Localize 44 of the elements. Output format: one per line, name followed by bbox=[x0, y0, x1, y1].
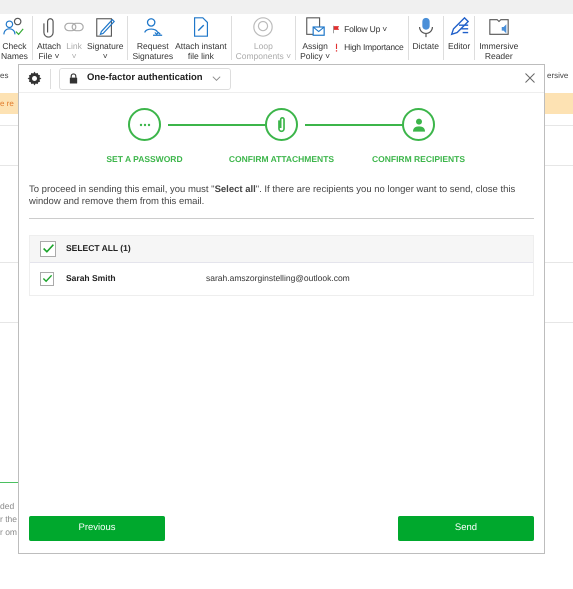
pen-lines-icon bbox=[448, 16, 470, 38]
mail-policy-icon bbox=[304, 16, 326, 38]
step-label: CONFIRM RECIPIENTS bbox=[372, 153, 466, 166]
signature-person-icon bbox=[142, 16, 164, 38]
group-label: es bbox=[0, 70, 8, 82]
people-icon bbox=[3, 16, 26, 38]
ribbon-button[interactable]: Check Names bbox=[1, 41, 28, 61]
ribbon-button[interactable]: Follow Up ˅ bbox=[344, 24, 388, 34]
settings-icon bbox=[27, 71, 42, 86]
checkbox[interactable] bbox=[40, 240, 56, 257]
checkmark-icon bbox=[42, 242, 54, 256]
ribbon-button[interactable]: Request Signatures bbox=[132, 41, 174, 61]
step-label: CONFIRM ATTACHMENTS bbox=[228, 153, 334, 166]
body-text: r om bbox=[0, 526, 17, 539]
checkbox[interactable] bbox=[40, 272, 54, 286]
banner-text: e re bbox=[0, 98, 14, 110]
body-text: ded bbox=[0, 500, 14, 513]
ribbon-button[interactable]: Dictate bbox=[412, 41, 439, 51]
select-all-label: SELECT ALL (1) bbox=[66, 242, 131, 256]
step-label: SET A PASSWORD bbox=[106, 153, 183, 166]
lock-icon bbox=[68, 73, 79, 84]
flag-icon bbox=[332, 24, 342, 34]
ribbon-button[interactable]: Immersive Reader bbox=[479, 41, 518, 61]
checkmark-icon bbox=[42, 273, 52, 284]
pen-document-icon bbox=[94, 16, 116, 38]
ribbon-button[interactable]: Attach File ˅ bbox=[36, 41, 62, 61]
ribbon-button[interactable]: Assign Policy ˅ bbox=[300, 41, 330, 61]
instruction-text: To proceed in sending this email, you must "Select all". If there are recipients you no longer want to send, close this window and remove them from this email. bbox=[29, 184, 516, 208]
close-icon bbox=[524, 72, 536, 84]
mode-dropdown[interactable]: One-factor authentication bbox=[59, 68, 231, 90]
body-text: r the bbox=[0, 513, 18, 526]
book-speaker-icon bbox=[488, 16, 510, 38]
recipient-email: sarah.amszorginstelling@outlook.com bbox=[206, 272, 350, 286]
person-icon bbox=[410, 116, 426, 132]
paperclip-icon bbox=[277, 116, 286, 132]
ribbon-button[interactable]: Signature ˅ bbox=[87, 41, 124, 61]
ribbon-button[interactable]: Editor bbox=[448, 41, 470, 51]
loop-icon bbox=[252, 16, 274, 38]
recipient-name: Sarah Smith bbox=[66, 272, 117, 286]
ribbon-button[interactable]: Attach instant file link bbox=[175, 41, 227, 61]
group-label: ersive bbox=[547, 70, 568, 82]
dots-icon bbox=[138, 122, 150, 126]
paperclip-icon bbox=[43, 16, 54, 38]
ribbon-button[interactable]: High Importance bbox=[344, 42, 404, 52]
